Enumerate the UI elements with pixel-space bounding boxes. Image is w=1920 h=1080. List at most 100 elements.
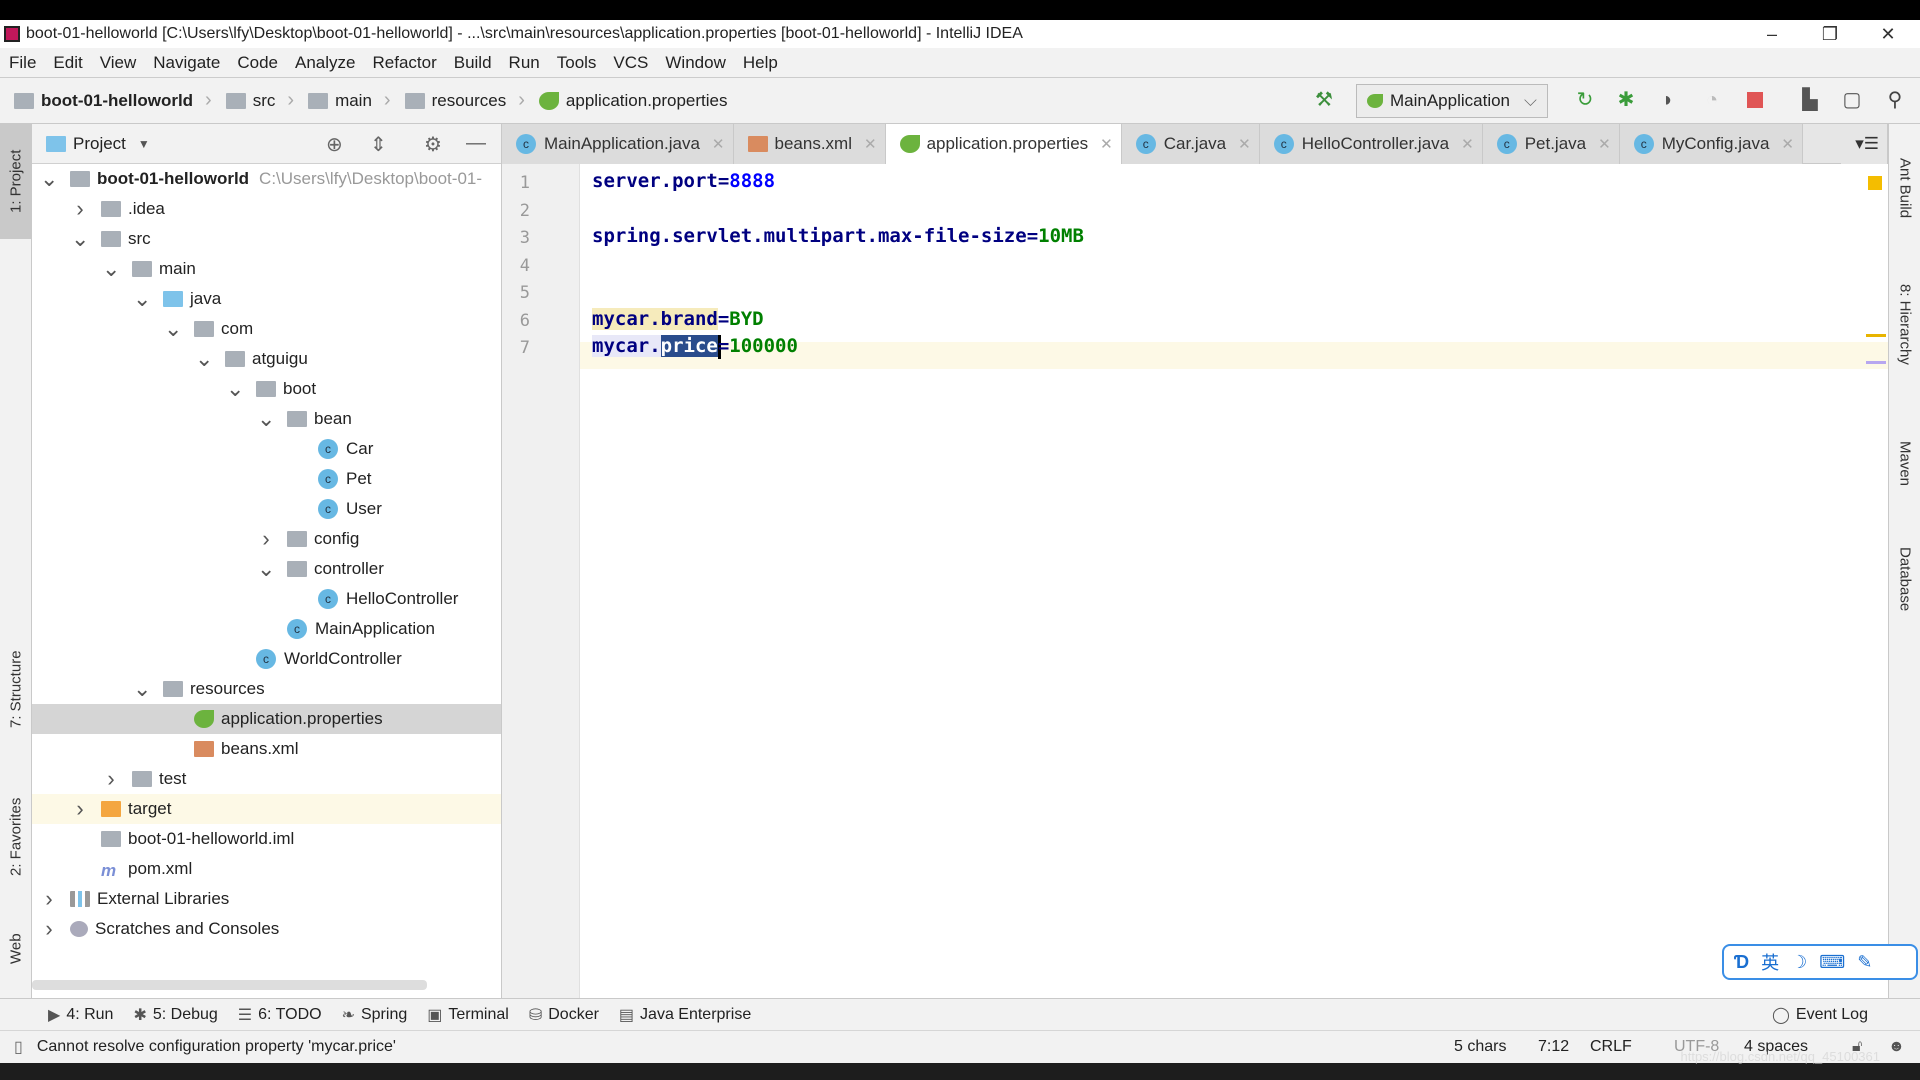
menu-refactor[interactable]: Refactor [372, 53, 436, 73]
tree-item[interactable]: boot-01-helloworld.iml [32, 824, 501, 854]
ime-language[interactable]: 英 [1761, 949, 1779, 975]
gear-icon[interactable]: ⚙ [424, 132, 442, 157]
chevron-down-icon[interactable]: ⌄ [40, 166, 58, 192]
caret-position[interactable]: 7:12 [1538, 1038, 1569, 1056]
chevron-down-icon[interactable]: ▼ [138, 137, 150, 151]
build-hammer-icon[interactable]: ⚒ [1312, 88, 1336, 112]
hierarchy-tool-tab[interactable]: 8: Hierarchy [1889, 264, 1920, 384]
chevron-right-icon[interactable]: › [102, 766, 120, 792]
tree-item[interactable]: application.properties [32, 704, 501, 734]
favorites-tool-tab[interactable]: 2: Favorites [0, 772, 32, 902]
tree-item[interactable]: › target [32, 794, 501, 824]
ime-keyboard-icon[interactable]: ⌨ [1819, 952, 1845, 973]
tab-pet-java[interactable]: c Pet.java ✕ [1482, 124, 1620, 164]
menu-file[interactable]: File [9, 53, 36, 73]
run-with-coverage-icon[interactable]: ◗ [1656, 88, 1680, 112]
code-line[interactable]: server.port=8888 [592, 168, 775, 195]
close-tab-icon[interactable]: ✕ [1781, 135, 1794, 153]
menu-help[interactable]: Help [743, 53, 778, 73]
tool-window-debug[interactable]: ✱ 5: Debug [133, 1005, 217, 1025]
stop-icon[interactable] [1743, 88, 1767, 112]
ant-build-tool-tab[interactable]: Ant Build [1889, 138, 1920, 238]
minimize-button[interactable]: – [1747, 20, 1797, 48]
code-editor[interactable]: server.port=8888 spring.servlet.multipart… [580, 164, 1888, 998]
structure-tool-tab[interactable]: 7: Structure [0, 624, 32, 754]
terminal-window-icon[interactable]: ▢ [1840, 88, 1864, 112]
database-tool-tab[interactable]: Database [1889, 519, 1920, 639]
chevron-down-icon[interactable]: ⌄ [195, 346, 213, 372]
debug-bug-icon[interactable]: ✱ [1614, 88, 1638, 112]
collapse-all-icon[interactable]: ⇕ [370, 132, 387, 157]
tree-item[interactable]: › External Libraries [32, 884, 501, 914]
project-structure-icon[interactable]: ▙ [1798, 88, 1822, 112]
tree-item[interactable]: c HelloController [32, 584, 501, 614]
chevron-down-icon[interactable]: ⌄ [133, 676, 151, 702]
selection-stripe-marker[interactable] [1866, 361, 1886, 364]
inspector-icon[interactable]: ☻ [1888, 1038, 1905, 1056]
menu-analyze[interactable]: Analyze [295, 53, 355, 73]
close-tab-icon[interactable]: ✕ [1598, 135, 1611, 153]
tree-item[interactable]: ⌄ main [32, 254, 501, 284]
breadcrumb-project[interactable]: boot-01-helloworld › [14, 89, 212, 112]
horizontal-scrollbar[interactable] [32, 980, 427, 990]
tab-application-properties[interactable]: application.properties ✕ [885, 124, 1122, 164]
tree-item[interactable]: › test [32, 764, 501, 794]
close-tab-icon[interactable]: ✕ [864, 135, 877, 153]
breadcrumb-main[interactable]: main › [308, 89, 391, 112]
event-log-button[interactable]: ◯ Event Log [1772, 1005, 1868, 1025]
tree-item[interactable]: ⌄ boot [32, 374, 501, 404]
chevron-down-icon[interactable]: ⌄ [164, 316, 182, 342]
maven-tool-tab[interactable]: Maven [1889, 414, 1920, 514]
restore-button[interactable]: ❐ [1805, 20, 1855, 48]
project-tool-tab[interactable]: 1: Project [0, 124, 32, 239]
breadcrumb-src[interactable]: src › [225, 89, 294, 112]
tool-window-run[interactable]: ▶ 4: Run [48, 1005, 113, 1025]
line-separator[interactable]: CRLF [1590, 1038, 1632, 1056]
tree-item[interactable]: c User [32, 494, 501, 524]
hide-panel-icon[interactable]: — [466, 132, 486, 155]
menu-build[interactable]: Build [454, 53, 492, 73]
menu-edit[interactable]: Edit [53, 53, 82, 73]
ime-tools-icon[interactable]: ✎ [1857, 952, 1872, 973]
chevron-right-icon[interactable]: › [71, 796, 89, 822]
chevron-right-icon[interactable]: › [40, 916, 58, 942]
tree-item[interactable]: m pom.xml [32, 854, 501, 884]
code-line[interactable]: mycar.brand=BYD [592, 306, 764, 333]
chevron-down-icon[interactable]: ⌄ [102, 256, 120, 282]
tree-item[interactable]: ⌄ boot-01-helloworld C:\Users\lfy\Desktop\… [32, 164, 501, 194]
tool-window-todo[interactable]: ☰ 6: TODO [238, 1005, 322, 1025]
status-toggle-icon[interactable]: ▯ [14, 1037, 23, 1057]
tab-car-java[interactable]: c Car.java ✕ [1121, 124, 1260, 164]
chevron-down-icon[interactable]: ⌄ [257, 406, 275, 432]
tool-window-spring[interactable]: ❧ Spring [342, 1005, 408, 1025]
tree-item[interactable]: c Pet [32, 464, 501, 494]
tab-hellocontroller-java[interactable]: c HelloController.java ✕ [1259, 124, 1483, 164]
tree-item[interactable]: ⌄ atguigu [32, 344, 501, 374]
run-configuration-select[interactable]: MainApplication ⌵ [1356, 84, 1548, 118]
breadcrumb-resources[interactable]: resources › [404, 89, 525, 112]
tab-beans-xml[interactable]: beans.xml ✕ [733, 124, 886, 164]
tree-item[interactable]: c Car [32, 434, 501, 464]
ime-moon-icon[interactable]: ☽ [1791, 952, 1807, 973]
close-button[interactable]: ✕ [1863, 20, 1913, 48]
tree-item[interactable]: ⌄ resources [32, 674, 501, 704]
warning-indicator[interactable] [1868, 176, 1882, 190]
tree-item[interactable]: c MainApplication [32, 614, 501, 644]
tool-window-docker[interactable]: ⛁ Docker [529, 1005, 599, 1025]
menu-navigate[interactable]: Navigate [153, 53, 220, 73]
tree-item[interactable]: ⌄ com [32, 314, 501, 344]
web-tool-tab[interactable]: Web [0, 914, 32, 984]
close-tab-icon[interactable]: ✕ [1461, 135, 1474, 153]
tool-window-java-enterprise[interactable]: ▤ Java Enterprise [619, 1005, 751, 1025]
code-line[interactable]: mycar.price=100000 [592, 333, 798, 360]
tree-item[interactable]: beans.xml [32, 734, 501, 764]
close-tab-icon[interactable]: ✕ [712, 135, 725, 153]
menu-window[interactable]: Window [665, 53, 725, 73]
tree-item[interactable]: ⌄ bean [32, 404, 501, 434]
menu-run[interactable]: Run [509, 53, 540, 73]
close-tab-icon[interactable]: ✕ [1238, 135, 1251, 153]
tab-list-menu[interactable]: ▾☰ [1841, 124, 1888, 164]
chevron-down-icon[interactable]: ⌄ [257, 556, 275, 582]
tree-item[interactable]: c WorldController [32, 644, 501, 674]
chevron-right-icon[interactable]: › [257, 526, 275, 552]
